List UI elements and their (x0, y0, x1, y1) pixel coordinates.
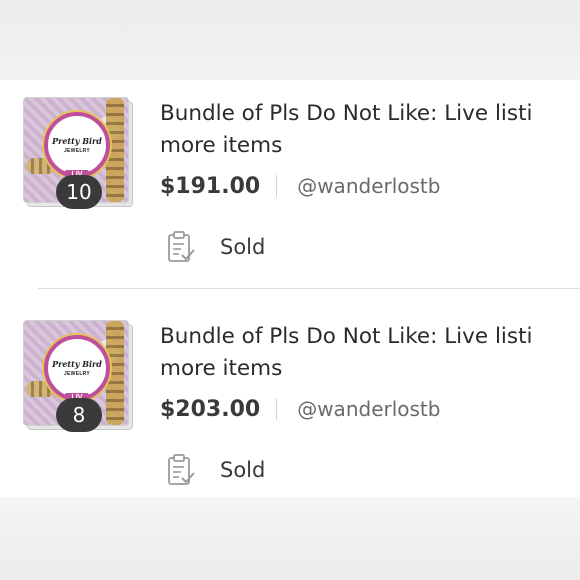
price-row: $203.00 @wanderlostb (160, 392, 440, 426)
bottom-background (0, 497, 580, 580)
logo-subtext: JEWELRY (63, 371, 91, 377)
seller-username[interactable]: @wanderlostb (297, 174, 440, 198)
listing-card[interactable]: Pretty Bird JEWELRY LIV 8 Bundle of Pls … (0, 303, 580, 513)
listing-thumbnail[interactable]: Pretty Bird JEWELRY LIV 10 (23, 97, 133, 209)
listing-thumbnail[interactable]: Pretty Bird JEWELRY LIV 8 (23, 320, 133, 432)
price-row: $191.00 @wanderlostb (160, 169, 440, 203)
bundle-list: Pretty Bird JEWELRY LIV 10 Bundle of Pls… (0, 80, 580, 497)
listing-card[interactable]: Pretty Bird JEWELRY LIV 10 Bundle of Pls… (0, 80, 580, 290)
pretty-bird-logo: Pretty Bird JEWELRY (44, 112, 110, 178)
listing-title[interactable]: Bundle of Pls Do Not Like: Live listi mo… (160, 98, 580, 162)
listing-title[interactable]: Bundle of Pls Do Not Like: Live listi mo… (160, 321, 580, 385)
logo-text: Pretty Bird (52, 359, 102, 369)
title-line-1: Bundle of Pls Do Not Like: Live listi (160, 324, 533, 349)
logo-subtext: JEWELRY (63, 148, 91, 154)
divider (276, 398, 278, 420)
item-count-badge: 8 (56, 398, 102, 432)
status-label: Sold (220, 458, 266, 482)
title-line-2: more items (160, 356, 283, 381)
logo-text: Pretty Bird (52, 136, 102, 146)
clipboard-check-icon (168, 231, 195, 262)
list-divider (38, 288, 580, 289)
clipboard-check-icon (168, 454, 195, 485)
top-background (0, 0, 580, 80)
status-row: Sold (166, 453, 265, 487)
item-count-badge: 10 (56, 175, 102, 209)
status-label: Sold (220, 235, 266, 259)
price: $191.00 (160, 173, 261, 199)
title-line-1: Bundle of Pls Do Not Like: Live listi (160, 101, 533, 126)
seller-username[interactable]: @wanderlostb (297, 397, 440, 421)
title-line-2: more items (160, 133, 283, 158)
status-row: Sold (166, 230, 265, 264)
divider (276, 175, 278, 197)
price: $203.00 (160, 396, 261, 422)
pretty-bird-logo: Pretty Bird JEWELRY (44, 335, 110, 401)
